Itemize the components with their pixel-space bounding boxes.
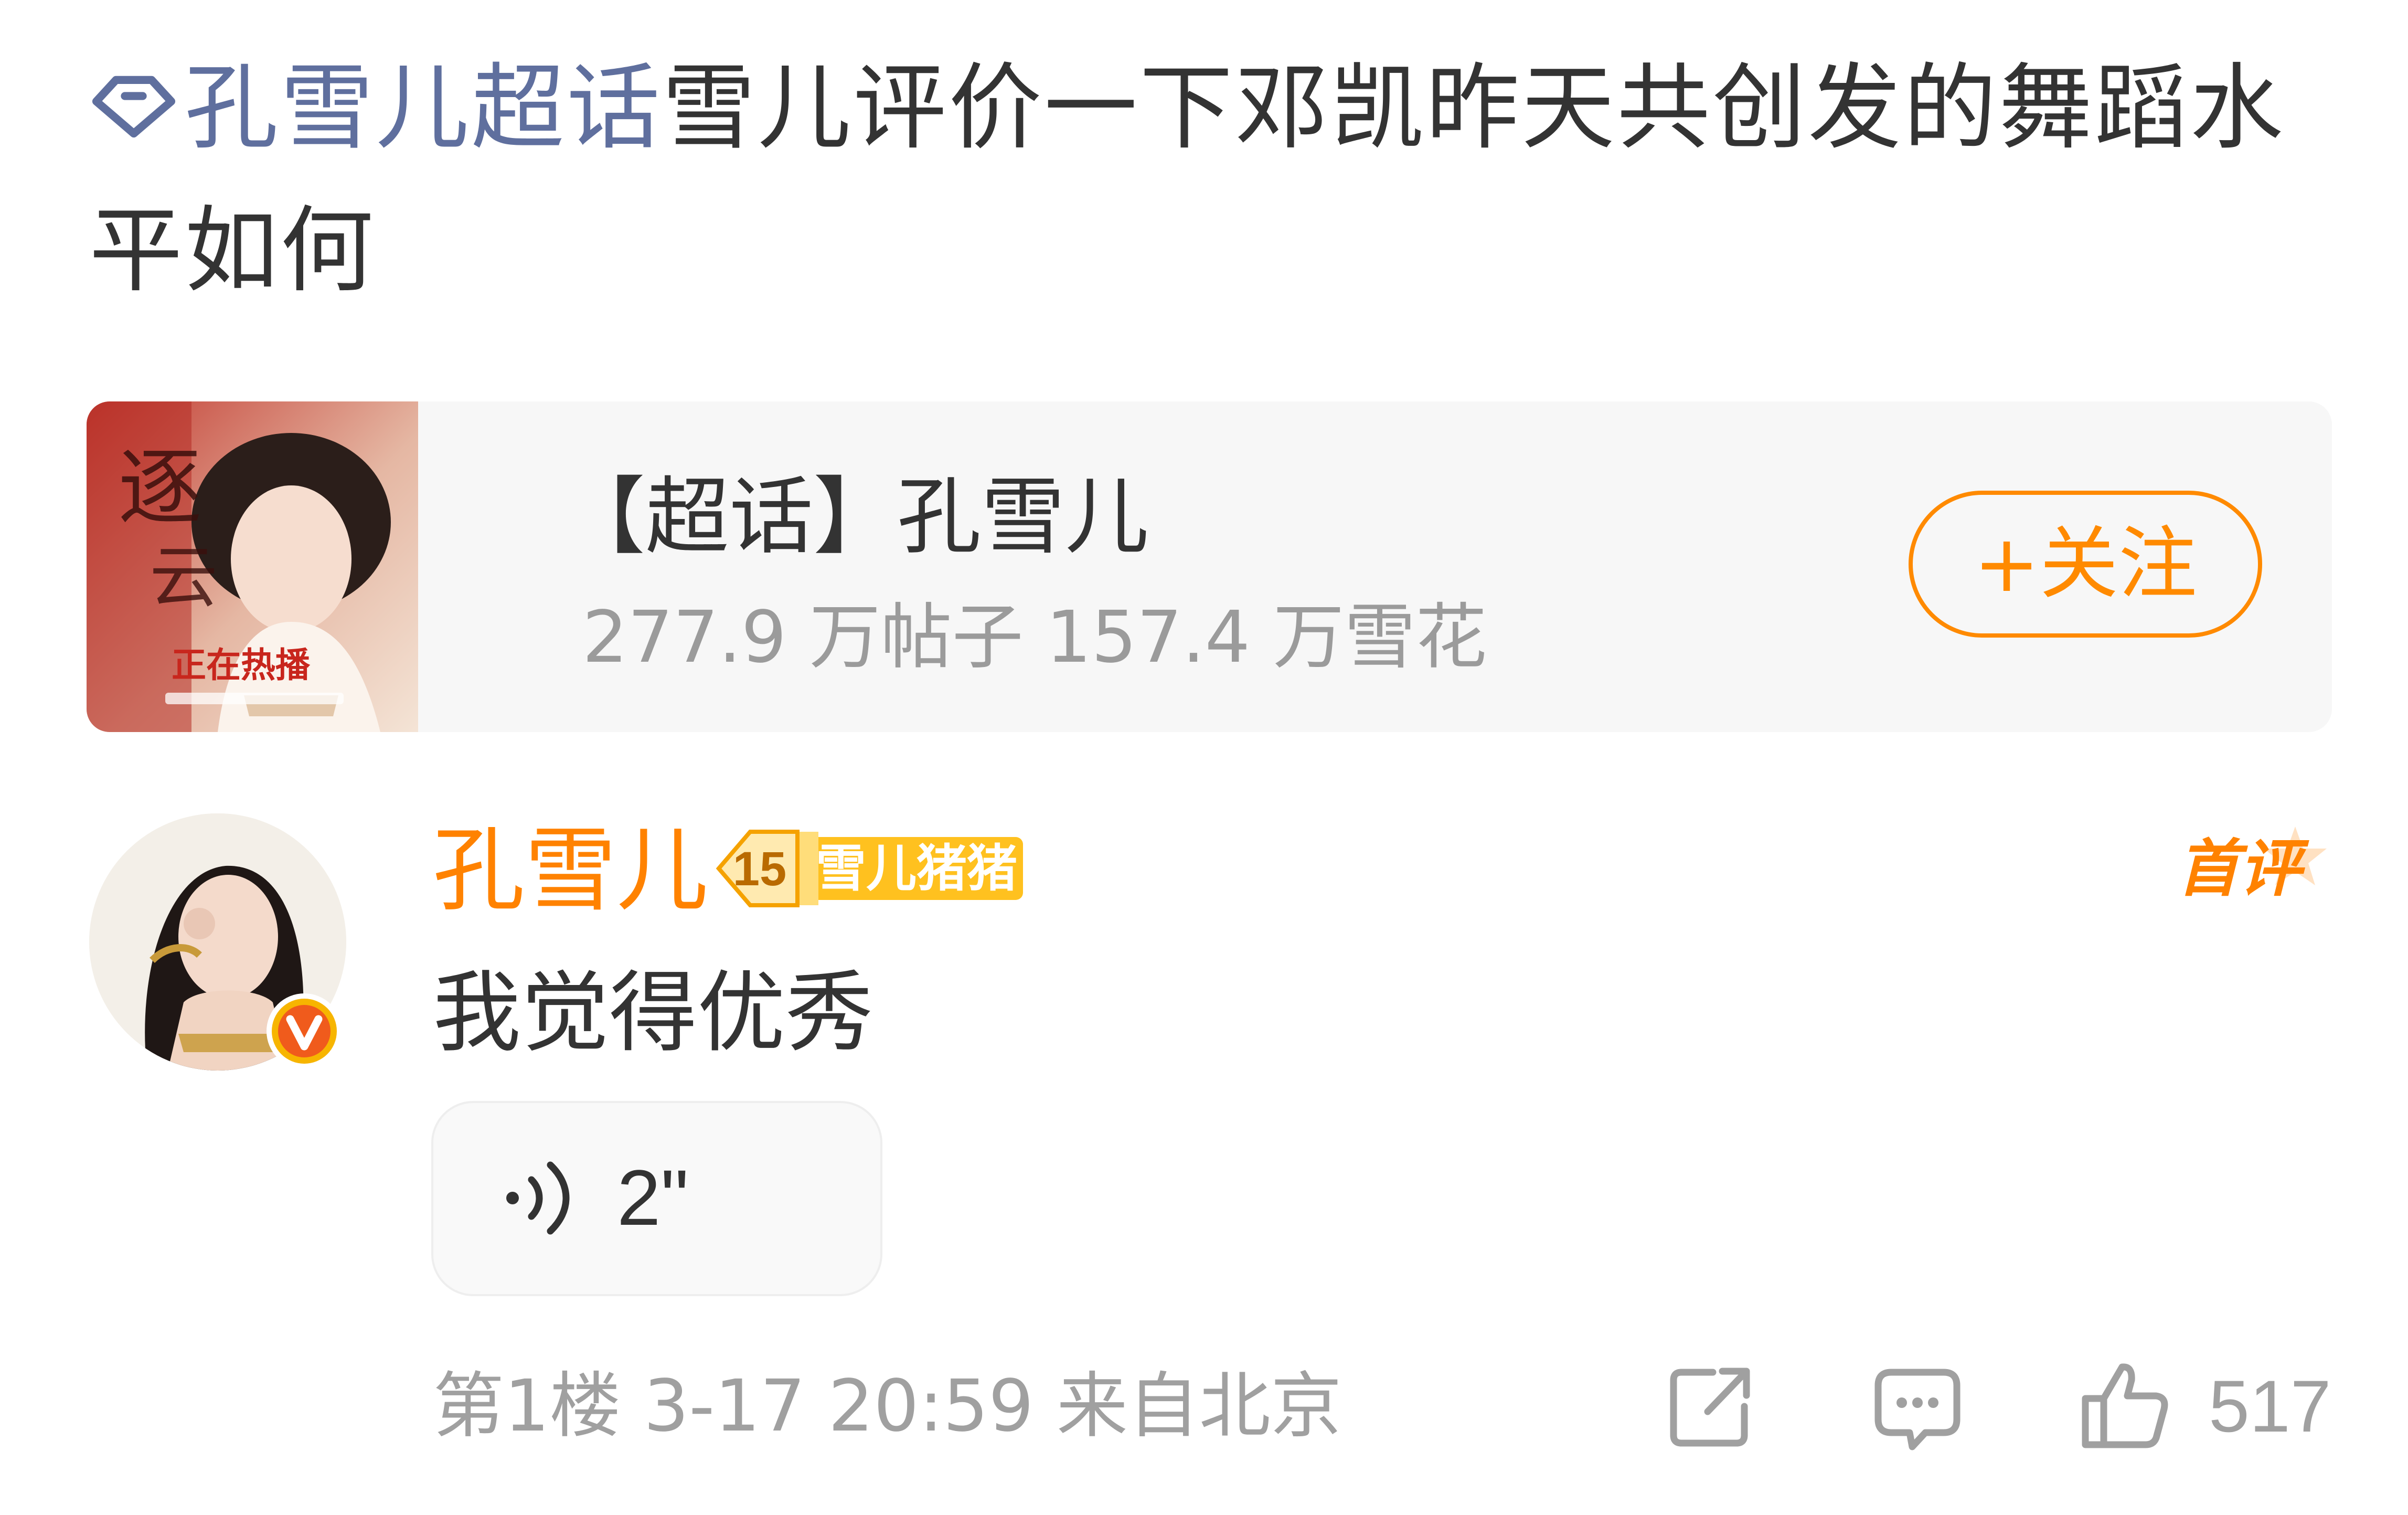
topic-stats: 277.9 万帖子 157.4 万雪花: [582, 596, 1487, 679]
topic-thumbnail[interactable]: 逐 云 正在热播: [87, 401, 418, 732]
share-icon[interactable]: [1660, 1357, 1760, 1456]
topic-poster-image: 逐 云 正在热播: [87, 401, 418, 732]
follow-button[interactable]: +关注: [1909, 491, 2262, 638]
super-topic-link-text[interactable]: 孔雪儿超话: [185, 54, 662, 162]
comment-meta: 第1楼 3-17 20:59 来自北京: [433, 1365, 1342, 1448]
super-topic-link[interactable]: 孔雪儿超话: [89, 54, 662, 162]
voice-message[interactable]: 2": [431, 1101, 882, 1296]
svg-text:逐: 逐: [118, 439, 202, 537]
fan-badge-level: 15: [733, 842, 786, 896]
post-title: 孔雪儿超话雪儿评价一下邓凯昨天共创发的舞蹈水平如何: [89, 37, 2345, 322]
fan-badge-label: 雪儿猪猪: [816, 839, 1017, 898]
comment-bubble-icon[interactable]: [1868, 1357, 1967, 1456]
poster-caption: 正在热播: [172, 645, 311, 685]
verified-v-icon: [267, 993, 342, 1069]
svg-text:云: 云: [150, 537, 218, 617]
voice-wave-icon: [506, 1161, 570, 1235]
comment-username[interactable]: 孔雪儿: [433, 816, 708, 926]
comment-text: 我觉得优秀: [433, 961, 873, 1064]
super-topic-card[interactable]: 逐 云 正在热播 【超话】孔雪儿 277.9 万帖子 157.4 万雪花 +关注: [87, 401, 2332, 732]
topic-name[interactable]: 【超话】孔雪儿: [561, 464, 1149, 569]
first-comment-tag: 首评: [2177, 832, 2302, 905]
diamond-icon: [92, 76, 176, 138]
thumbs-up-icon[interactable]: [2075, 1357, 2175, 1456]
like-count: 517: [2209, 1365, 2331, 1447]
voice-duration: 2": [617, 1153, 689, 1242]
